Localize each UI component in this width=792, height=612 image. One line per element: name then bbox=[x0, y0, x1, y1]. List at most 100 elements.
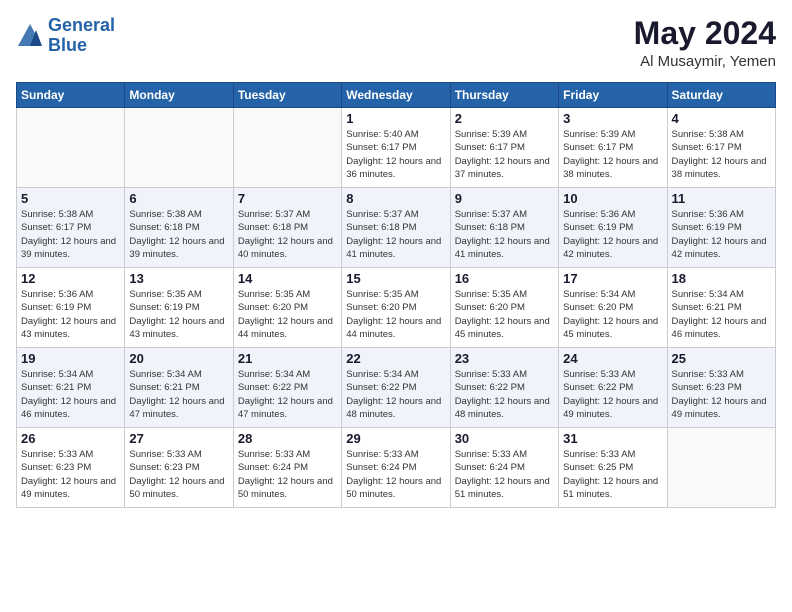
weekday-header-cell: Sunday bbox=[17, 83, 125, 108]
calendar-day-cell: 30 Sunrise: 5:33 AMSunset: 6:24 PMDayligh… bbox=[450, 428, 558, 508]
day-info: Sunrise: 5:33 AMSunset: 6:23 PMDaylight:… bbox=[129, 448, 228, 501]
day-info: Sunrise: 5:37 AMSunset: 6:18 PMDaylight:… bbox=[238, 208, 337, 261]
day-number: 23 bbox=[455, 351, 554, 366]
day-number: 22 bbox=[346, 351, 445, 366]
weekday-header-cell: Wednesday bbox=[342, 83, 450, 108]
day-info: Sunrise: 5:34 AMSunset: 6:21 PMDaylight:… bbox=[672, 288, 771, 341]
calendar-day-cell: 15 Sunrise: 5:35 AMSunset: 6:20 PMDayligh… bbox=[342, 268, 450, 348]
day-number: 20 bbox=[129, 351, 228, 366]
day-info: Sunrise: 5:33 AMSunset: 6:22 PMDaylight:… bbox=[455, 368, 554, 421]
calendar-week-row: 12 Sunrise: 5:36 AMSunset: 6:19 PMDayligh… bbox=[17, 268, 776, 348]
calendar-day-cell: 20 Sunrise: 5:34 AMSunset: 6:21 PMDayligh… bbox=[125, 348, 233, 428]
day-number: 15 bbox=[346, 271, 445, 286]
day-number: 31 bbox=[563, 431, 662, 446]
day-info: Sunrise: 5:40 AMSunset: 6:17 PMDaylight:… bbox=[346, 128, 445, 181]
day-number: 26 bbox=[21, 431, 120, 446]
day-number: 8 bbox=[346, 191, 445, 206]
calendar-day-cell: 16Sunrise: 5:35 AMSunset: 6:20 PMDayligh… bbox=[450, 268, 558, 348]
day-info: Sunrise: 5:36 AMSunset: 6:19 PMDaylight:… bbox=[563, 208, 662, 261]
calendar-day-cell bbox=[17, 108, 125, 188]
calendar-day-cell: 26 Sunrise: 5:33 AMSunset: 6:23 PMDayligh… bbox=[17, 428, 125, 508]
calendar-week-row: 19 Sunrise: 5:34 AMSunset: 6:21 PMDayligh… bbox=[17, 348, 776, 428]
day-info: Sunrise: 5:38 AMSunset: 6:18 PMDaylight:… bbox=[129, 208, 228, 261]
day-number: 4 bbox=[672, 111, 771, 126]
day-info: Sunrise: 5:33 AMSunset: 6:24 PMDaylight:… bbox=[238, 448, 337, 501]
day-info: Sunrise: 5:35 AMSunset: 6:20 PMDaylight:… bbox=[238, 288, 337, 341]
calendar-week-row: 5 Sunrise: 5:38 AMSunset: 6:17 PMDaylight… bbox=[17, 188, 776, 268]
calendar-day-cell: 24 Sunrise: 5:33 AMSunset: 6:22 PMDayligh… bbox=[559, 348, 667, 428]
weekday-header-cell: Saturday bbox=[667, 83, 775, 108]
day-number: 21 bbox=[238, 351, 337, 366]
day-number: 9 bbox=[455, 191, 554, 206]
day-info: Sunrise: 5:33 AMSunset: 6:25 PMDaylight:… bbox=[563, 448, 662, 501]
day-info: Sunrise: 5:33 AMSunset: 6:23 PMDaylight:… bbox=[672, 368, 771, 421]
day-number: 1 bbox=[346, 111, 445, 126]
day-number: 11 bbox=[672, 191, 771, 206]
day-number: 5 bbox=[21, 191, 120, 206]
logo: GeneralBlue bbox=[16, 16, 115, 56]
day-info: Sunrise: 5:33 AMSunset: 6:23 PMDaylight:… bbox=[21, 448, 120, 501]
day-number: 16 bbox=[455, 271, 554, 286]
day-info: Sunrise: 5:39 AMSunset: 6:17 PMDaylight:… bbox=[455, 128, 554, 181]
day-number: 30 bbox=[455, 431, 554, 446]
calendar-day-cell: 19 Sunrise: 5:34 AMSunset: 6:21 PMDayligh… bbox=[17, 348, 125, 428]
day-info: Sunrise: 5:34 AMSunset: 6:21 PMDaylight:… bbox=[21, 368, 120, 421]
day-info: Sunrise: 5:35 AMSunset: 6:20 PMDaylight:… bbox=[346, 288, 445, 341]
weekday-header-cell: Thursday bbox=[450, 83, 558, 108]
weekday-header-cell: Monday bbox=[125, 83, 233, 108]
calendar-day-cell: 11 Sunrise: 5:36 AMSunset: 6:19 PMDayligh… bbox=[667, 188, 775, 268]
calendar-week-row: 1 Sunrise: 5:40 AMSunset: 6:17 PMDaylight… bbox=[17, 108, 776, 188]
calendar-day-cell: 27 Sunrise: 5:33 AMSunset: 6:23 PMDayligh… bbox=[125, 428, 233, 508]
day-number: 19 bbox=[21, 351, 120, 366]
month-year: May 2024 bbox=[634, 16, 776, 51]
day-info: Sunrise: 5:34 AMSunset: 6:22 PMDaylight:… bbox=[238, 368, 337, 421]
calendar-day-cell: 14Sunrise: 5:35 AMSunset: 6:20 PMDayligh… bbox=[233, 268, 341, 348]
calendar-day-cell: 13 Sunrise: 5:35 AMSunset: 6:19 PMDayligh… bbox=[125, 268, 233, 348]
calendar-day-cell bbox=[667, 428, 775, 508]
day-number: 17 bbox=[563, 271, 662, 286]
location: Al Musaymir, Yemen bbox=[634, 53, 776, 70]
calendar-day-cell: 12 Sunrise: 5:36 AMSunset: 6:19 PMDayligh… bbox=[17, 268, 125, 348]
calendar-day-cell bbox=[233, 108, 341, 188]
calendar-day-cell: 31 Sunrise: 5:33 AMSunset: 6:25 PMDayligh… bbox=[559, 428, 667, 508]
weekday-header-cell: Friday bbox=[559, 83, 667, 108]
calendar-day-cell: 4Sunrise: 5:38 AMSunset: 6:17 PMDaylight… bbox=[667, 108, 775, 188]
day-number: 25 bbox=[672, 351, 771, 366]
calendar-day-cell: 1 Sunrise: 5:40 AMSunset: 6:17 PMDaylight… bbox=[342, 108, 450, 188]
title-block: May 2024 Al Musaymir, Yemen bbox=[634, 16, 776, 70]
logo-text: GeneralBlue bbox=[48, 16, 115, 56]
weekday-header-cell: Tuesday bbox=[233, 83, 341, 108]
day-info: Sunrise: 5:34 AMSunset: 6:21 PMDaylight:… bbox=[129, 368, 228, 421]
calendar-table: SundayMondayTuesdayWednesdayThursdayFrid… bbox=[16, 82, 776, 508]
day-info: Sunrise: 5:37 AMSunset: 6:18 PMDaylight:… bbox=[346, 208, 445, 261]
logo-icon bbox=[16, 22, 44, 50]
weekday-header-row: SundayMondayTuesdayWednesdayThursdayFrid… bbox=[17, 83, 776, 108]
calendar-day-cell: 18 Sunrise: 5:34 AMSunset: 6:21 PMDayligh… bbox=[667, 268, 775, 348]
day-number: 7 bbox=[238, 191, 337, 206]
calendar-day-cell: 6 Sunrise: 5:38 AMSunset: 6:18 PMDaylight… bbox=[125, 188, 233, 268]
day-number: 3 bbox=[563, 111, 662, 126]
day-number: 24 bbox=[563, 351, 662, 366]
day-number: 2 bbox=[455, 111, 554, 126]
day-number: 10 bbox=[563, 191, 662, 206]
day-info: Sunrise: 5:33 AMSunset: 6:24 PMDaylight:… bbox=[346, 448, 445, 501]
calendar-week-row: 26 Sunrise: 5:33 AMSunset: 6:23 PMDayligh… bbox=[17, 428, 776, 508]
day-info: Sunrise: 5:36 AMSunset: 6:19 PMDaylight:… bbox=[672, 208, 771, 261]
day-number: 13 bbox=[129, 271, 228, 286]
calendar-day-cell: 17Sunrise: 5:34 AMSunset: 6:20 PMDayligh… bbox=[559, 268, 667, 348]
calendar-day-cell: 10 Sunrise: 5:36 AMSunset: 6:19 PMDayligh… bbox=[559, 188, 667, 268]
day-number: 27 bbox=[129, 431, 228, 446]
day-info: Sunrise: 5:39 AMSunset: 6:17 PMDaylight:… bbox=[563, 128, 662, 181]
day-number: 12 bbox=[21, 271, 120, 286]
day-info: Sunrise: 5:33 AMSunset: 6:24 PMDaylight:… bbox=[455, 448, 554, 501]
day-info: Sunrise: 5:38 AMSunset: 6:17 PMDaylight:… bbox=[21, 208, 120, 261]
calendar-day-cell: 22Sunrise: 5:34 AMSunset: 6:22 PMDayligh… bbox=[342, 348, 450, 428]
day-info: Sunrise: 5:37 AMSunset: 6:18 PMDaylight:… bbox=[455, 208, 554, 261]
day-info: Sunrise: 5:35 AMSunset: 6:19 PMDaylight:… bbox=[129, 288, 228, 341]
day-info: Sunrise: 5:33 AMSunset: 6:22 PMDaylight:… bbox=[563, 368, 662, 421]
page-header: GeneralBlue May 2024 Al Musaymir, Yemen bbox=[16, 16, 776, 70]
day-number: 29 bbox=[346, 431, 445, 446]
day-number: 18 bbox=[672, 271, 771, 286]
day-number: 6 bbox=[129, 191, 228, 206]
day-info: Sunrise: 5:36 AMSunset: 6:19 PMDaylight:… bbox=[21, 288, 120, 341]
